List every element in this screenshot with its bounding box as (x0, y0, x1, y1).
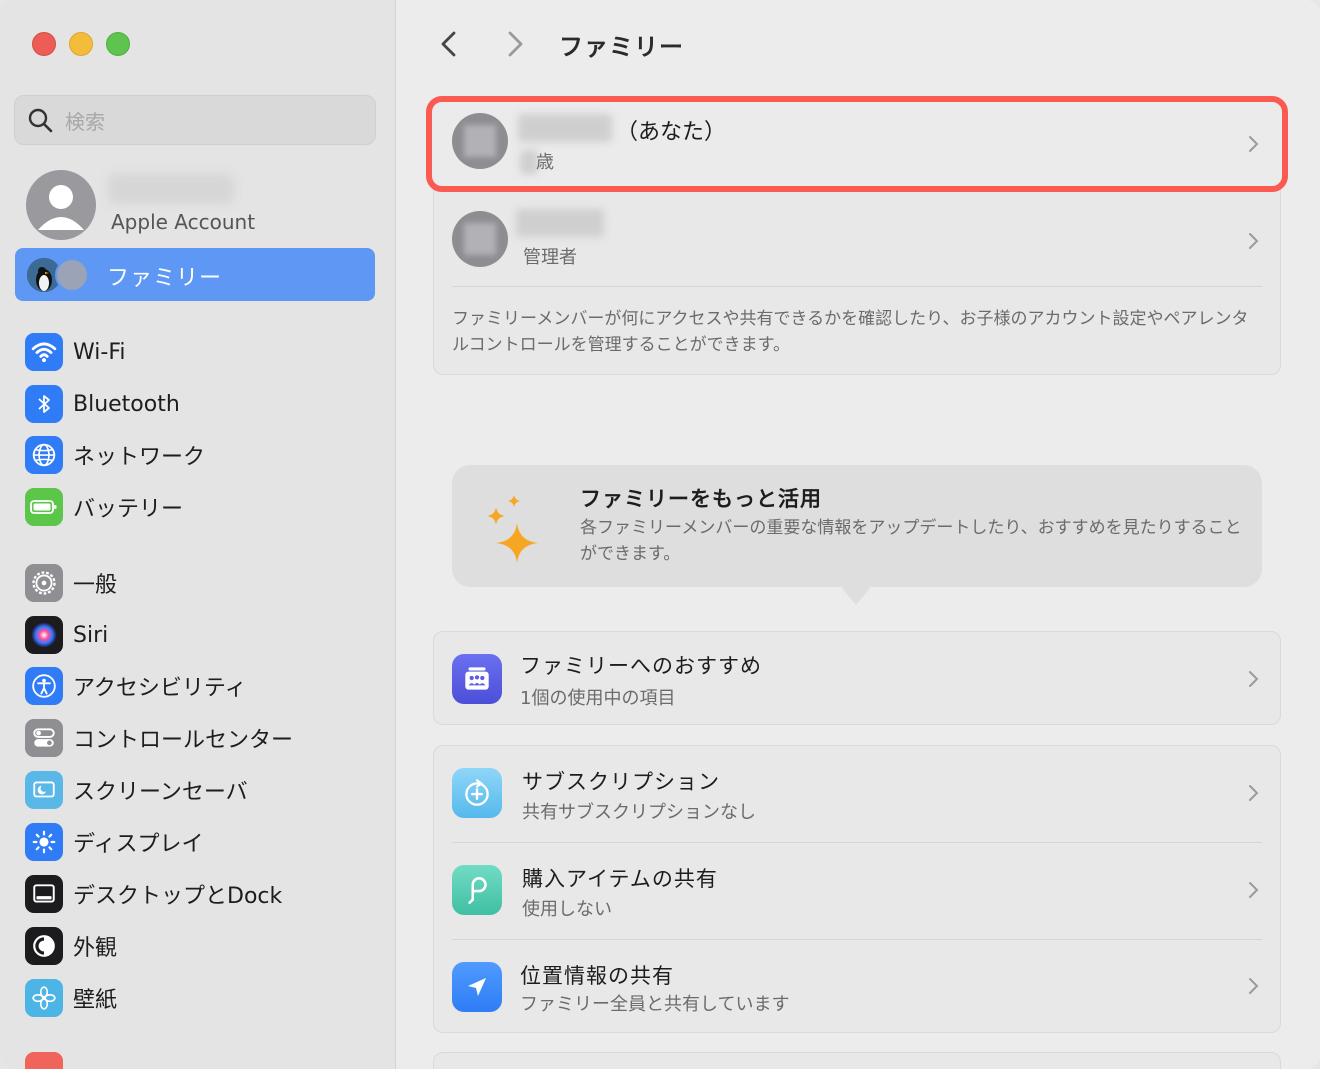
member-you-label: （あなた） (616, 120, 727, 145)
sidebar-item-label: バッテリー (73, 497, 184, 522)
sidebar-item-label: ファミリー (107, 266, 223, 291)
features-group: サブスクリプション 共有サブスクリプションなし 購入アイテムの共有 使用しない (433, 745, 1281, 1033)
search-placeholder: 検索 (65, 109, 105, 134)
subscriptions-row[interactable]: サブスクリプション 共有サブスクリプションなし (434, 746, 1280, 842)
promo-pointer (838, 583, 874, 605)
sidebar-item-wifi[interactable]: Wi-Fi (25, 332, 385, 372)
close-window-button[interactable] (32, 32, 56, 56)
family-icon (452, 654, 502, 704)
back-button[interactable] (434, 28, 464, 60)
avatar (452, 211, 508, 267)
chevron-right-icon (1249, 136, 1259, 152)
sidebar-item-display[interactable]: ディスプレイ (25, 822, 385, 862)
purchase-sharing-subtitle: 使用しない (522, 899, 612, 920)
toggle-icon (25, 719, 63, 757)
purchase-sharing-title: 購入アイテムの共有 (522, 867, 718, 891)
search-icon (28, 108, 53, 133)
globe-icon (25, 436, 63, 474)
sidebar-item-label: Wi-Fi (73, 339, 126, 365)
sidebar-item-siri[interactable]: Siri (25, 615, 385, 655)
avatar (452, 113, 508, 169)
chevron-right-icon (1249, 785, 1259, 801)
member-age-unit: 歳 (536, 152, 554, 173)
main-content: ファミリー 管理者 ファミリーメンバーが何にアクセスや共有できるかを確認したり、… (396, 0, 1320, 1069)
subscription-icon (452, 768, 502, 818)
sidebar-item-general[interactable]: 一般 (25, 563, 385, 603)
location-arrow-icon (452, 962, 502, 1012)
sidebar-item-label: アクセシビリティ (73, 676, 247, 701)
siri-icon (25, 616, 63, 654)
sidebar-item-family[interactable]: ファミリー (15, 248, 375, 301)
page-title: ファミリー (559, 33, 684, 61)
next-group-partial (433, 1052, 1281, 1069)
bluetooth-icon (25, 385, 63, 423)
recommend-subtitle: 1個の使用中の項目 (520, 688, 676, 709)
members-description: ファミリーメンバーが何にアクセスや共有できるかを確認したり、お子様のアカウント設… (452, 309, 1249, 355)
sidebar-item-label: Bluetooth (73, 391, 180, 417)
sidebar-item-screensaver[interactable]: スクリーンセーバ (25, 770, 385, 810)
settings-window: 検索 Apple Account ファミリー Wi-Fi Bluetooth ネ… (0, 0, 1320, 1069)
chevron-right-icon (1249, 233, 1259, 249)
promo-title: ファミリーをもっと活用 (580, 487, 822, 511)
flower-icon (25, 979, 63, 1017)
sidebar-item-label: ディスプレイ (73, 832, 204, 857)
sun-icon (25, 823, 63, 861)
recommend-title: ファミリーへのおすすめ (520, 654, 762, 678)
member-name-redacted (516, 209, 604, 237)
minimize-window-button[interactable] (69, 32, 93, 56)
appearance-icon (25, 927, 63, 965)
dock-icon (25, 875, 63, 913)
search-input[interactable]: 検索 (14, 95, 376, 145)
sidebar-item-battery[interactable]: バッテリー (25, 487, 385, 527)
purchase-sharing-row[interactable]: 購入アイテムの共有 使用しない (434, 843, 1280, 939)
sidebar-item-appearance[interactable]: 外観 (25, 926, 385, 966)
subscriptions-subtitle: 共有サブスクリプションなし (522, 802, 756, 823)
sidebar-item-control-center[interactable]: コントロールセンター (25, 718, 385, 758)
location-sharing-subtitle: ファミリー全員と共有しています (520, 994, 790, 1015)
member-row-you[interactable]: （あなた） 歳 (426, 96, 1288, 192)
battery-icon (25, 488, 63, 526)
account-name-redacted (108, 174, 234, 204)
sidebar-item-label: 一般 (73, 573, 118, 598)
sidebar-item-label: Siri (73, 622, 109, 648)
sidebar-item-label: ネットワーク (73, 445, 206, 470)
sidebar-item-network[interactable]: ネットワーク (25, 435, 385, 475)
sidebar-item-partial-icon (25, 1052, 63, 1069)
purchase-sharing-icon (452, 865, 502, 915)
sidebar-item-label: 外観 (73, 936, 118, 961)
sidebar-item-label: デスクトップとDock (73, 884, 283, 909)
sidebar-item-label: コントロールセンター (73, 728, 294, 753)
member-row-admin[interactable]: 管理者 (434, 197, 1280, 285)
sparkles-icon (487, 495, 538, 563)
member-avatar (55, 258, 89, 292)
promo-card: ファミリーをもっと活用 各ファミリーメンバーの重要な情報をアップデートしたり、お… (452, 465, 1262, 587)
chevron-right-icon (1249, 882, 1259, 898)
sidebar-item-desktop-dock[interactable]: デスクトップとDock (25, 874, 385, 914)
account-subtitle: Apple Account (111, 210, 256, 234)
subscriptions-title: サブスクリプション (522, 770, 720, 794)
member-name-redacted (518, 114, 612, 142)
chevron-right-icon (1249, 671, 1259, 687)
sidebar-item-accessibility[interactable]: アクセシビリティ (25, 666, 385, 706)
accessibility-icon (25, 667, 63, 705)
sidebar-item-label: スクリーンセーバ (73, 780, 248, 805)
location-sharing-title: 位置情報の共有 (520, 964, 674, 988)
sidebar-item-wallpaper[interactable]: 壁紙 (25, 978, 385, 1018)
recommend-row[interactable]: ファミリーへのおすすめ 1個の使用中の項目 (433, 631, 1281, 725)
sidebar: 検索 Apple Account ファミリー Wi-Fi Bluetooth ネ… (0, 0, 396, 1069)
zoom-window-button[interactable] (106, 32, 130, 56)
promo-description: 各ファミリーメンバーの重要な情報をアップデートしたり、おすすめを見たりすることが… (580, 518, 1242, 564)
sidebar-item-bluetooth[interactable]: Bluetooth (25, 384, 385, 424)
wifi-icon (25, 333, 63, 371)
location-sharing-row[interactable]: 位置情報の共有 ファミリー全員と共有しています (434, 940, 1280, 1034)
forward-button[interactable] (500, 28, 530, 60)
apple-account-item[interactable]: Apple Account (26, 170, 376, 242)
gear-icon (25, 564, 63, 602)
member-role: 管理者 (523, 247, 577, 268)
chevron-right-icon (1249, 978, 1259, 994)
screensaver-icon (25, 771, 63, 809)
avatar (26, 170, 96, 240)
sidebar-item-label: 壁紙 (73, 988, 118, 1013)
